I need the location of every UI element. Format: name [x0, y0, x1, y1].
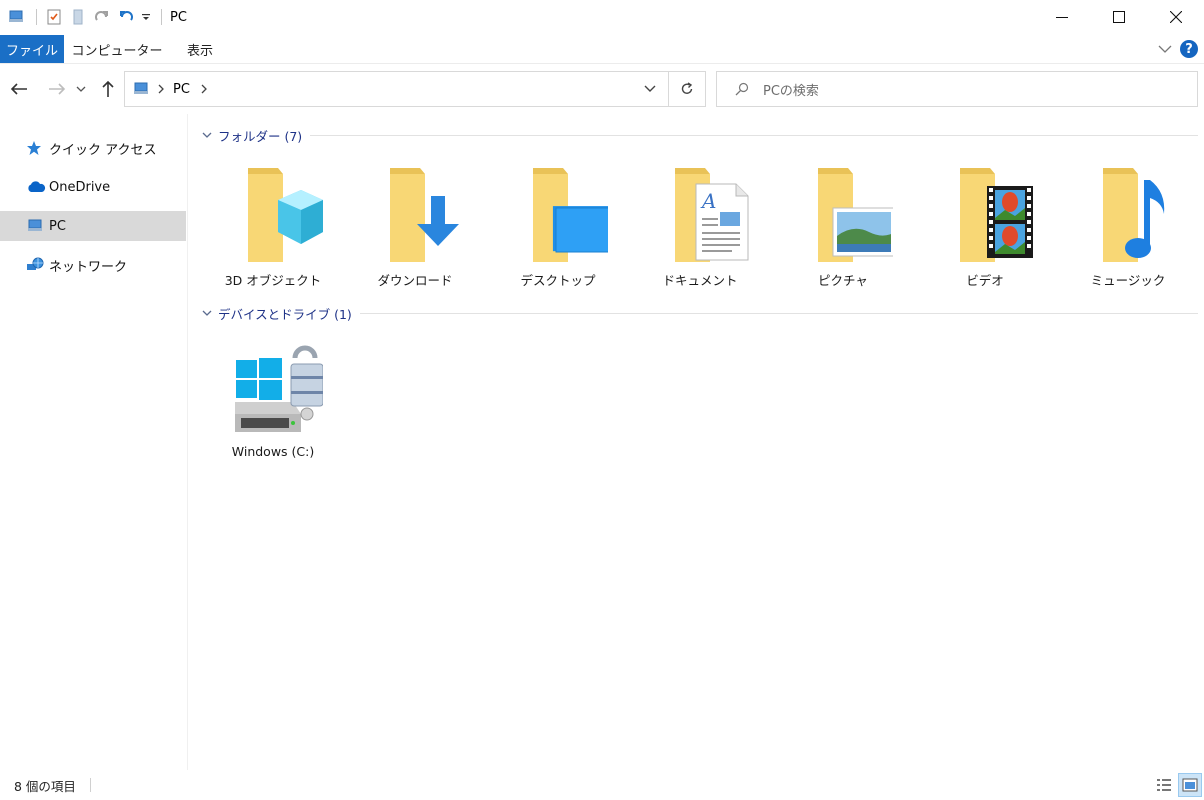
tile-label: ピクチャ: [818, 273, 868, 288]
svg-text:A: A: [700, 189, 716, 213]
file-list: フォルダー (7) 3D オブジェクト ダウンロード デスクトップ A ドキュメ…: [188, 114, 1204, 770]
details-view-icon[interactable]: [1152, 773, 1176, 797]
folder-documents[interactable]: A ドキュメント: [635, 162, 765, 302]
pc-icon: [26, 218, 46, 234]
sidebar-item-pc[interactable]: PC: [0, 211, 186, 241]
pc-icon[interactable]: [6, 6, 28, 28]
title-separator: [161, 9, 162, 25]
network-icon: [26, 257, 46, 273]
quick-access-toolbar: [0, 0, 168, 34]
close-button[interactable]: [1147, 0, 1204, 34]
music-folder-icon: [1078, 162, 1178, 266]
cloud-icon: [26, 179, 46, 195]
tile-label: 3D オブジェクト: [224, 273, 322, 288]
drive-windows-c[interactable]: Windows (C:): [208, 336, 338, 476]
pictures-folder-icon: [793, 162, 896, 266]
recent-locations-button[interactable]: [74, 78, 88, 100]
desktop-folder-icon: [508, 162, 615, 266]
up-button[interactable]: [97, 78, 119, 100]
documents-folder-icon: A: [650, 162, 750, 266]
redo-icon[interactable]: [91, 6, 113, 28]
maximize-button[interactable]: [1090, 0, 1147, 34]
tile-label: ビデオ: [966, 273, 1004, 288]
view-mode-switcher: [1150, 773, 1202, 797]
chevron-right-icon[interactable]: [200, 84, 208, 94]
window-controls: [1033, 0, 1204, 34]
chevron-down-icon[interactable]: [200, 306, 214, 320]
tile-label: ダウンロード: [377, 273, 453, 288]
videos-folder-icon: [935, 162, 1035, 266]
navigation-bar: PC PCの検索: [0, 64, 1204, 114]
status-bar: 8 個の項目: [0, 770, 1204, 800]
group-title: デバイスとドライブ (1): [218, 306, 352, 322]
folder-videos[interactable]: ビデオ: [920, 162, 1050, 302]
status-divider: [89, 778, 91, 792]
window-title: PC: [170, 9, 187, 25]
sidebar-item-label: ネットワーク: [49, 259, 128, 275]
pc-icon: [133, 81, 151, 97]
3d-objects-folder-icon: [223, 162, 323, 266]
forward-button[interactable]: [46, 78, 68, 100]
search-icon: [735, 82, 749, 96]
search-box[interactable]: PCの検索: [716, 71, 1198, 107]
item-count: 8 個の項目: [14, 778, 76, 794]
sidebar-item-label: PC: [49, 218, 66, 234]
help-icon[interactable]: ?: [1180, 40, 1198, 58]
minimize-button[interactable]: [1033, 0, 1090, 34]
navigation-pane: クイック アクセス OneDrive PC ネットワーク: [0, 114, 188, 770]
ribbon-tabs: ファイル コンピューター 表示 ?: [0, 34, 1204, 64]
group-divider: [359, 312, 1198, 314]
tile-label: ドキュメント: [662, 273, 738, 288]
title-bar: PC: [0, 0, 1204, 34]
tab-file[interactable]: ファイル: [0, 35, 64, 63]
group-title: フォルダー (7): [218, 128, 303, 144]
chevron-down-icon[interactable]: [200, 128, 214, 142]
tile-label: デスクトップ: [520, 273, 596, 288]
large-icons-view-icon[interactable]: [1178, 773, 1202, 797]
tab-computer[interactable]: コンピューター: [70, 35, 164, 63]
group-header-devices[interactable]: デバイスとドライブ (1): [200, 304, 1198, 322]
tab-view[interactable]: 表示: [172, 35, 228, 63]
toolbar-separator: [36, 9, 37, 25]
customize-dropdown-icon[interactable]: [139, 6, 153, 28]
folder-pictures[interactable]: ピクチャ: [778, 162, 908, 302]
sidebar-item-label: OneDrive: [49, 179, 111, 195]
group-divider: [310, 134, 1198, 136]
folder-downloads[interactable]: ダウンロード: [350, 162, 480, 302]
tile-label: Windows (C:): [231, 444, 315, 459]
undo-icon[interactable]: [115, 6, 137, 28]
address-history-dropdown[interactable]: [644, 85, 656, 93]
ribbon-right-controls: ?: [1156, 34, 1204, 64]
folder-desktop[interactable]: デスクトップ: [493, 162, 623, 302]
chevron-right-icon[interactable]: [157, 84, 165, 94]
address-bar[interactable]: PC: [124, 71, 669, 107]
breadcrumb-pc[interactable]: PC: [173, 82, 190, 97]
folder-music[interactable]: ミュージック: [1063, 162, 1193, 302]
downloads-folder-icon: [365, 162, 465, 266]
sidebar-item-label: クイック アクセス: [49, 142, 157, 158]
sidebar-item-quick-access[interactable]: クイック アクセス: [0, 133, 186, 163]
search-placeholder: PCの検索: [763, 83, 819, 99]
expand-ribbon-icon[interactable]: [1156, 40, 1174, 58]
new-folder-icon[interactable]: [67, 6, 89, 28]
back-button[interactable]: [8, 78, 30, 100]
windows-drive-locked-icon: [223, 336, 324, 440]
sidebar-item-onedrive[interactable]: OneDrive: [0, 172, 186, 202]
refresh-button[interactable]: [669, 71, 706, 107]
folder-3d-objects[interactable]: 3D オブジェクト: [208, 162, 338, 302]
group-header-folders[interactable]: フォルダー (7): [200, 126, 1198, 144]
tile-label: ミュージック: [1090, 273, 1166, 288]
sidebar-item-network[interactable]: ネットワーク: [0, 250, 186, 280]
star-icon: [26, 140, 46, 156]
properties-icon[interactable]: [43, 6, 65, 28]
